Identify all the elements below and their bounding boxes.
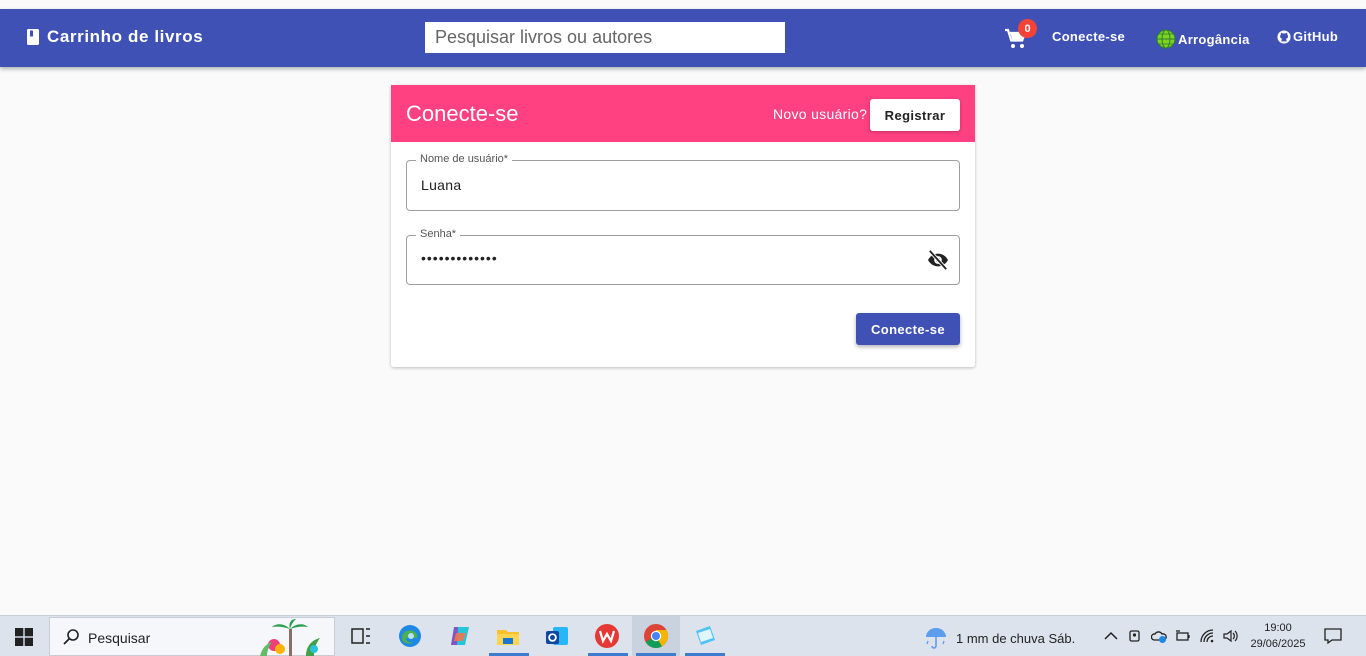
file-explorer-icon[interactable] <box>495 623 521 649</box>
wps-office-icon[interactable] <box>594 623 620 649</box>
login-card: Conecte-se Novo usuário? Registrar Nome … <box>391 85 975 367</box>
weather-text: 1 mm de chuva Sáb. <box>956 630 1076 646</box>
clock-date: 29/06/2025 <box>1250 638 1306 650</box>
magnifier-icon <box>63 629 79 645</box>
app-toolbar: Carrinho de livros 0 Conecte-se Arrogânc… <box>0 9 1366 67</box>
edge-browser-icon[interactable] <box>397 623 423 649</box>
nav-login-label: Conecte-se <box>1052 29 1126 44</box>
battery-plug-icon[interactable] <box>1175 628 1191 644</box>
outlook-icon[interactable] <box>544 623 570 649</box>
login-title: Conecte-se <box>406 101 519 126</box>
globe-icon <box>1156 29 1176 49</box>
weather-widget[interactable]: 1 mm de chuva Sáb. <box>924 626 1075 650</box>
cart-count-badge: 0 <box>1018 19 1037 38</box>
search-input[interactable] <box>425 22 785 53</box>
book-icon <box>27 29 39 45</box>
windows-start-icon[interactable] <box>15 628 33 646</box>
nav-theme-link[interactable]: Arrogância <box>1156 29 1250 49</box>
copilot-icon[interactable] <box>447 623 473 649</box>
brand[interactable]: Carrinho de livros <box>27 27 203 47</box>
notification-center-icon[interactable] <box>1324 627 1342 645</box>
taskbar-search-text: Pesquisar <box>88 630 151 646</box>
window-top-strip <box>0 0 1366 9</box>
github-icon <box>1277 29 1291 44</box>
notepad-app-icon[interactable] <box>692 623 718 649</box>
task-view-icon[interactable] <box>348 623 374 649</box>
palm-tree-decoration-icon <box>260 619 320 656</box>
password-label: Senha* <box>416 228 461 240</box>
wifi-icon[interactable] <box>1199 628 1215 644</box>
clock-time: 19:00 <box>1264 622 1292 634</box>
nav-theme-label: Arrogância <box>1178 31 1250 47</box>
rain-umbrella-icon <box>926 628 946 649</box>
new-user-text: Novo usuário? <box>773 106 868 122</box>
chrome-browser-icon[interactable] <box>643 623 669 649</box>
password-value: ••••••••••••• <box>421 250 498 266</box>
visibility-off-icon[interactable] <box>927 250 949 270</box>
meet-now-icon[interactable] <box>1127 628 1143 644</box>
taskbar-search[interactable]: Pesquisar <box>49 617 335 656</box>
login-submit-button[interactable]: Conecte-se <box>856 313 960 345</box>
nav-github-link[interactable]: GitHub <box>1277 29 1338 44</box>
onedrive-icon[interactable] <box>1151 628 1167 644</box>
windows-taskbar: Pesquisar 1 mm de chuva Sáb. 19:00 29/06… <box>0 615 1366 656</box>
username-field[interactable]: Nome de usuário* Luana <box>406 153 960 211</box>
username-value: Luana <box>421 177 462 193</box>
nav-github-label: GitHub <box>1293 29 1339 44</box>
system-clock[interactable]: 19:00 29/06/2025 <box>1248 620 1308 652</box>
login-card-header: Conecte-se Novo usuário? Registrar <box>391 85 975 142</box>
register-button[interactable]: Registrar <box>870 99 960 131</box>
nav-login-link[interactable]: Conecte-se <box>1052 29 1125 44</box>
username-label: Nome de usuário* <box>416 153 513 165</box>
speaker-volume-icon[interactable] <box>1222 628 1238 644</box>
app-title: Carrinho de livros <box>47 27 204 46</box>
chevron-up-icon[interactable] <box>1103 628 1119 644</box>
password-field[interactable]: Senha* ••••••••••••• <box>406 228 960 285</box>
